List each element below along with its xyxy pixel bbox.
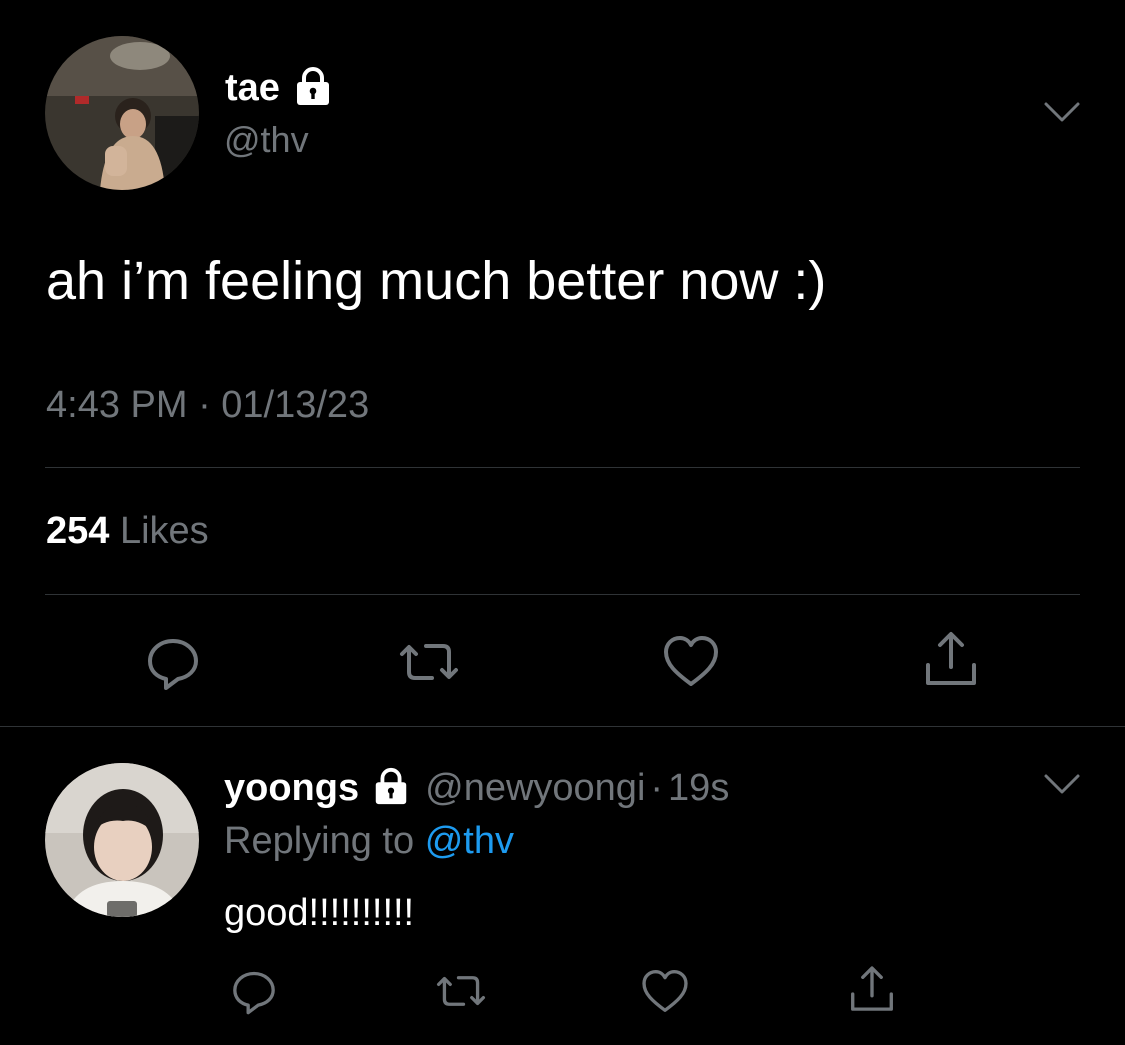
- avatar-image: [45, 763, 199, 917]
- likes-stat[interactable]: 254 Likes: [46, 512, 209, 550]
- like-icon[interactable]: [639, 965, 691, 1017]
- divider: [45, 594, 1080, 595]
- avatar[interactable]: [45, 36, 199, 190]
- chevron-down-icon[interactable]: [1042, 98, 1082, 131]
- likes-label: Likes: [119, 510, 209, 552]
- divider: [45, 467, 1080, 468]
- reply-handle[interactable]: @newyoongi: [425, 769, 645, 807]
- avatar[interactable]: [45, 763, 199, 917]
- share-icon[interactable]: [920, 627, 982, 691]
- lock-icon: [371, 766, 411, 811]
- reply-time[interactable]: 19s: [668, 769, 729, 807]
- lock-icon: [292, 65, 334, 112]
- retweet-icon[interactable]: [394, 632, 464, 692]
- section-divider: [0, 726, 1125, 727]
- like-icon[interactable]: [660, 630, 722, 692]
- likes-count: 254: [46, 510, 110, 552]
- display-name[interactable]: tae: [225, 69, 280, 107]
- retweet-icon[interactable]: [432, 966, 490, 1016]
- replying-to-handle-link[interactable]: @thv: [425, 820, 514, 862]
- chevron-down-icon[interactable]: [1042, 770, 1082, 803]
- reply-icon[interactable]: [143, 632, 203, 692]
- timestamp[interactable]: 4:43 PM · 01/13/23: [46, 386, 369, 424]
- reply-icon[interactable]: [229, 966, 279, 1016]
- replying-to-label: Replying to: [224, 820, 415, 862]
- separator-dot: ·: [650, 767, 664, 809]
- avatar-image: [45, 36, 199, 190]
- replying-to: Replying to @thv: [224, 822, 514, 860]
- reply-display-name[interactable]: yoongs: [224, 769, 359, 807]
- handle[interactable]: @thv: [224, 122, 309, 158]
- share-icon[interactable]: [846, 962, 898, 1016]
- reply-text: good!!!!!!!!!!: [224, 892, 415, 934]
- tweet-text: ah i’m feeling much better now :): [46, 251, 827, 311]
